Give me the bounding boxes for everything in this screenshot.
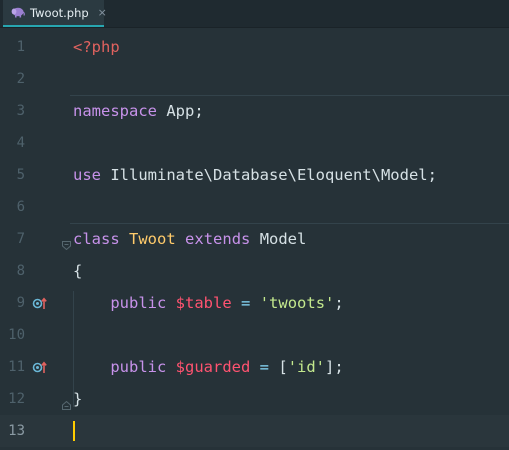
line-number: 3	[16, 103, 25, 119]
token-keyword: public	[110, 294, 167, 312]
fold-start-icon[interactable]	[62, 235, 71, 251]
code-line[interactable]: 8{	[0, 255, 509, 287]
code-text: <?php	[73, 31, 120, 63]
token-plain: App;	[157, 102, 204, 120]
token-plain: Illuminate\Database\Eloquent\Model;	[101, 166, 437, 184]
code-line[interactable]: 9 public $table = 'twoots';	[0, 287, 509, 319]
override-property-icon[interactable]	[32, 295, 48, 311]
code-line[interactable]: 3 namespace App;	[0, 95, 509, 127]
code-line[interactable]: 5 use Illuminate\Database\Eloquent\Model;	[0, 159, 509, 191]
code-text: namespace App;	[73, 95, 204, 127]
token-operator: =	[259, 358, 270, 376]
line-number: 12	[8, 391, 25, 407]
code-text: class Twoot extends Model	[73, 223, 306, 255]
token-plain: [	[269, 358, 288, 376]
editor-tab-bar: Twoot.php ×	[0, 0, 509, 28]
code-line[interactable]: 4	[0, 127, 509, 159]
line-number: 6	[16, 199, 25, 215]
token-plain: {	[73, 262, 83, 280]
token-keyword: use	[73, 166, 101, 184]
code-line[interactable]: 2	[0, 63, 509, 95]
php-elephant-icon	[11, 7, 25, 19]
code-line[interactable]: 6	[0, 191, 509, 223]
token-plain: Model	[250, 230, 307, 248]
token-operator: =	[241, 294, 251, 312]
method-separator	[70, 95, 509, 96]
code-text: use Illuminate\Database\Eloquent\Model;	[73, 159, 437, 191]
code-line[interactable]: 13	[0, 415, 509, 447]
token-keyword: namespace	[73, 102, 157, 120]
code-line[interactable]: 1 <?php	[0, 31, 509, 63]
indent-guide	[73, 291, 74, 407]
line-number: 7	[16, 231, 25, 247]
text-caret	[73, 420, 75, 441]
code-text: }	[73, 383, 82, 415]
token-variable: $guarded	[175, 358, 251, 376]
code-text: public $table = 'twoots';	[73, 287, 344, 319]
token-php-tag: <?php	[73, 38, 120, 56]
code-line[interactable]: 11 public $guarded = ['id'];	[0, 351, 509, 383]
token-class-name: Twoot	[129, 230, 176, 248]
code-text: {	[73, 255, 82, 287]
line-number: 5	[16, 167, 25, 183]
token-keyword: class	[73, 230, 120, 248]
code-line[interactable]: 10	[0, 319, 509, 351]
code-text: public $guarded = ['id'];	[73, 351, 344, 383]
line-number: 4	[16, 135, 25, 151]
token-plain: }	[73, 390, 83, 408]
line-number: 8	[16, 263, 25, 279]
token-plain: ;	[334, 294, 344, 312]
token-keyword: extends	[185, 230, 251, 248]
line-number: 9	[16, 295, 25, 311]
line-number: 10	[8, 327, 25, 343]
token-string: 'twoots'	[259, 294, 335, 312]
method-separator	[70, 223, 509, 224]
line-number: 13	[8, 423, 25, 439]
token-keyword: public	[110, 358, 167, 376]
tab-label: Twoot.php	[30, 5, 89, 20]
token-plain: ];	[325, 358, 344, 376]
line-number: 2	[16, 71, 25, 87]
close-icon[interactable]: ×	[98, 6, 107, 19]
code-line[interactable]: 7 class Twoot extends Model	[0, 223, 509, 255]
line-number: 1	[16, 39, 25, 55]
override-property-icon[interactable]	[32, 359, 48, 375]
fold-end-icon[interactable]	[62, 395, 71, 410]
code-editor[interactable]: 1 <?php 2 3 namespace App; 4 5 use Illuminate\D…	[0, 28, 509, 450]
line-number: 11	[8, 359, 25, 375]
token-string: 'id'	[287, 358, 326, 376]
token-variable: $table	[175, 294, 232, 312]
code-text	[73, 415, 75, 447]
tab-twoot-php[interactable]: Twoot.php ×	[3, 0, 107, 27]
code-line[interactable]: 12}	[0, 383, 509, 415]
